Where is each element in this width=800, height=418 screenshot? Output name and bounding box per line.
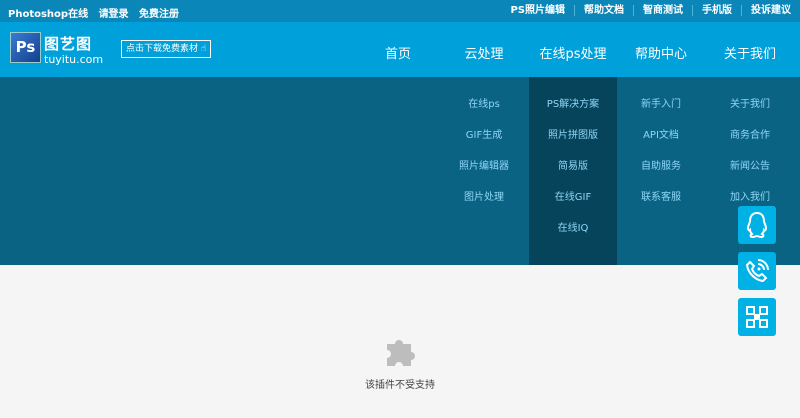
dropdown-item[interactable]: 加入我们 bbox=[730, 188, 770, 203]
dropdown-item[interactable]: 简易版 bbox=[558, 157, 588, 172]
mobile-link[interactable]: 手机版 bbox=[692, 5, 741, 16]
help-docs-link[interactable]: 帮助文档 bbox=[574, 5, 633, 16]
dropdown-item[interactable]: 自助服务 bbox=[641, 157, 681, 172]
download-materials-button[interactable]: 点击下载免费素材 ☝ bbox=[121, 40, 212, 58]
login-link[interactable]: 请登录 bbox=[99, 9, 129, 20]
logo-domain[interactable]: tuyitu.com bbox=[44, 53, 103, 66]
phone-button[interactable] bbox=[738, 252, 776, 290]
nav-about[interactable]: 关于我们 bbox=[724, 43, 776, 62]
ps-photo-edit-link[interactable]: PS照片编辑 bbox=[501, 5, 574, 16]
dropdown-item[interactable]: PS解决方案 bbox=[547, 95, 599, 110]
qq-button[interactable] bbox=[738, 206, 776, 244]
header: Ps 图艺图 tuyitu.com 点击下载免费素材 ☝ 首页 云处理 在线ps… bbox=[0, 22, 800, 98]
dropdown-item[interactable]: API文档 bbox=[643, 126, 679, 141]
top-bar: Photoshop在线 请登录 免费注册 PS照片编辑 帮助文档 智商测试 手机… bbox=[0, 0, 800, 22]
dropdown-item[interactable]: 在线ps bbox=[468, 95, 500, 110]
qrcode-icon bbox=[746, 306, 768, 328]
dropdown-item[interactable]: 联系客服 bbox=[641, 188, 681, 203]
download-label: 点击下载免费素材 bbox=[126, 44, 199, 54]
qrcode-button[interactable] bbox=[738, 298, 776, 336]
dropdown-menu: 在线ps GIF生成照片编辑器图片处理 PS解决方案 照片拼图版简易版在线GIF 在线I… bbox=[0, 77, 800, 265]
register-link[interactable]: 免费注册 bbox=[139, 9, 179, 20]
logo-text[interactable]: 图艺图 bbox=[44, 33, 92, 54]
puzzle-plugin-icon bbox=[387, 340, 415, 366]
iq-test-link[interactable]: 智商测试 bbox=[633, 5, 692, 16]
nav-online-ps[interactable]: 在线ps处理 bbox=[539, 43, 606, 62]
nav-home[interactable]: 首页 bbox=[385, 43, 411, 62]
dropdown-item[interactable]: 在线IQ bbox=[558, 219, 589, 234]
complaint-link[interactable]: 投诉建议 bbox=[741, 5, 800, 16]
dropdown-item[interactable]: 图片处理 bbox=[464, 188, 504, 203]
dropdown-item[interactable]: 照片编辑器 bbox=[459, 157, 509, 172]
dropdown-item[interactable]: 关于我们 bbox=[730, 95, 770, 110]
nav-cloud[interactable]: 云处理 bbox=[464, 43, 503, 62]
dropdown-item[interactable]: GIF生成 bbox=[466, 126, 502, 141]
qq-icon bbox=[746, 211, 768, 239]
dropdown-item[interactable]: 新闻公告 bbox=[730, 157, 770, 172]
hand-pointer-icon: ☝ bbox=[200, 44, 207, 54]
dropdown-item[interactable]: 商务合作 bbox=[730, 126, 770, 141]
plugin-unsupported-message: 该插件不受支持 bbox=[365, 380, 435, 391]
dropdown-item[interactable]: 新手入门 bbox=[641, 95, 681, 110]
nav-help[interactable]: 帮助中心 bbox=[635, 43, 687, 62]
phone-icon bbox=[745, 259, 769, 283]
logo-icon[interactable]: Ps bbox=[10, 32, 41, 63]
dropdown-item[interactable]: 照片拼图版 bbox=[548, 126, 598, 141]
site-name: Photoshop在线 bbox=[8, 9, 89, 20]
dropdown-item[interactable]: 在线GIF bbox=[555, 188, 591, 203]
